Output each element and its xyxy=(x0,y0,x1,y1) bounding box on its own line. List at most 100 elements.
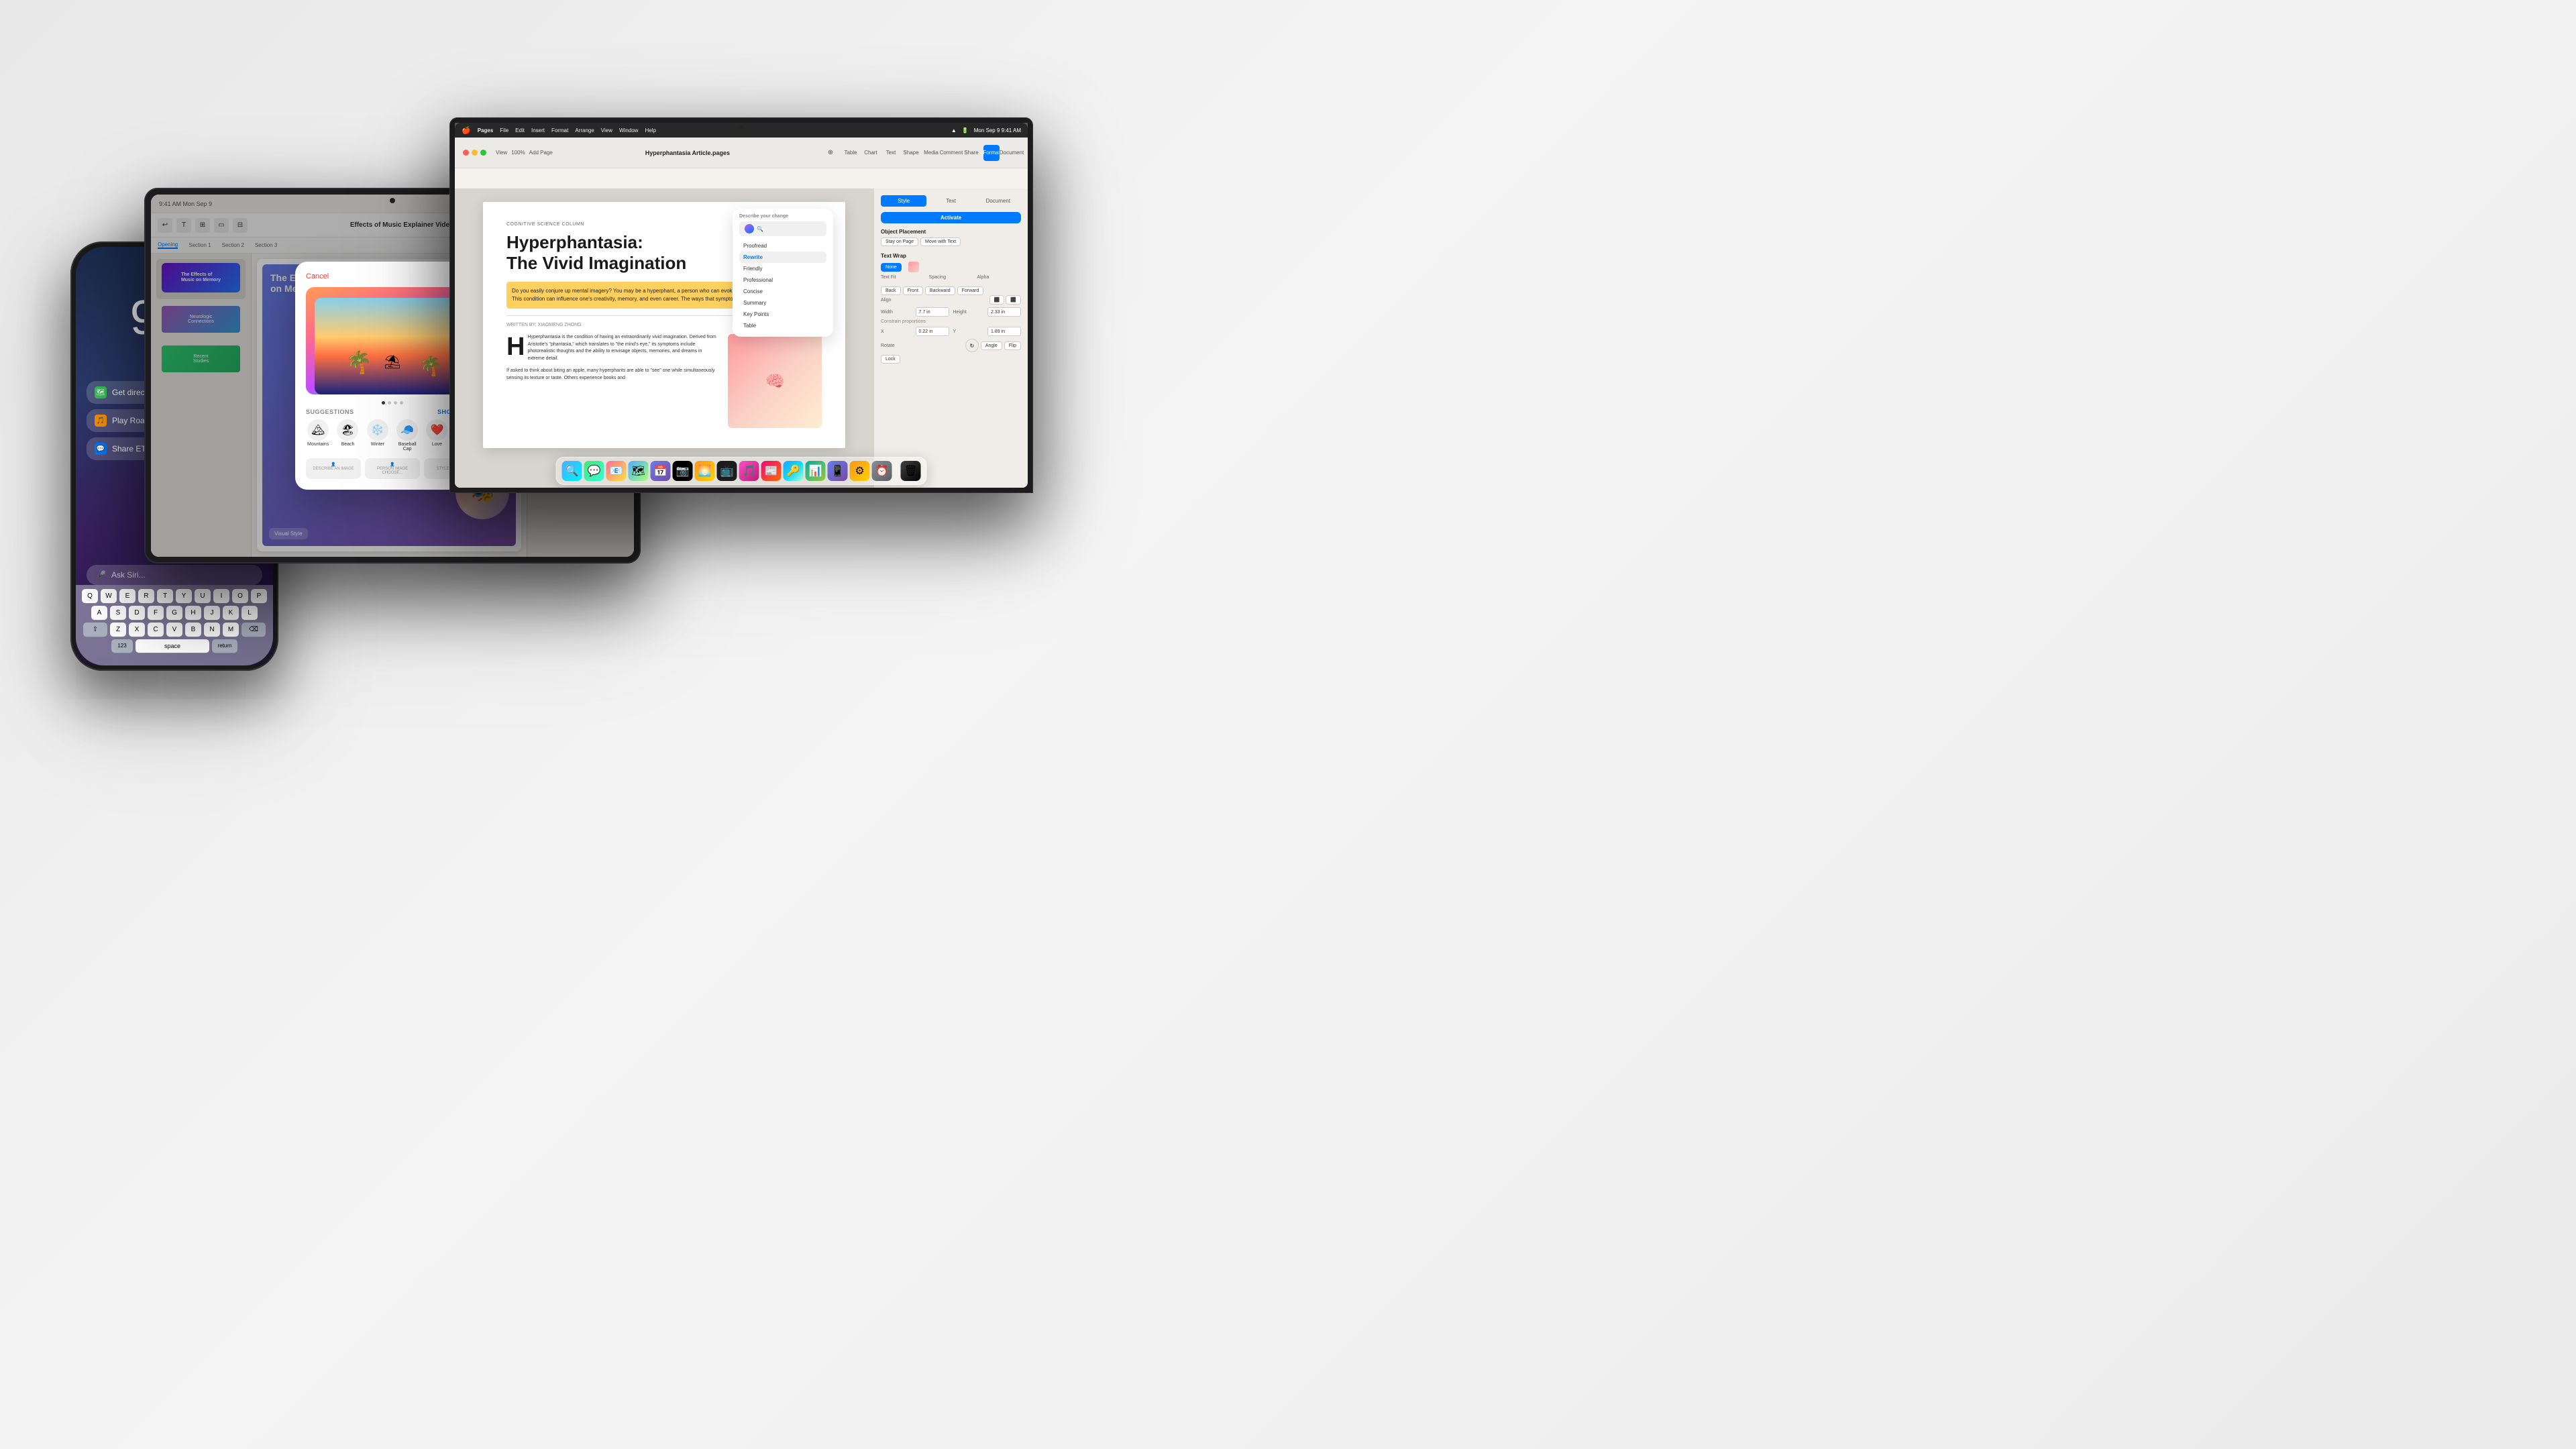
zoom-button[interactable]: 100% xyxy=(511,150,525,156)
dock-tv[interactable]: 📺 xyxy=(717,461,737,481)
dock-clock[interactable]: ⏰ xyxy=(872,461,892,481)
key-i[interactable]: I xyxy=(213,589,229,603)
suggestion-mountains[interactable]: 🏔 Mountains xyxy=(306,419,330,451)
backward-button[interactable]: Backward xyxy=(925,286,955,295)
table-button[interactable]: Table xyxy=(843,145,859,161)
flip-button[interactable]: Flip xyxy=(1004,341,1021,350)
key-f[interactable]: F xyxy=(148,606,164,620)
align-center-button[interactable]: ⬛ xyxy=(1006,295,1021,305)
width-input[interactable]: 7.7 in xyxy=(916,307,949,317)
document-button[interactable]: Document xyxy=(1004,145,1020,161)
key-delete[interactable]: ⌫ xyxy=(241,623,266,637)
key-s[interactable]: S xyxy=(110,606,126,620)
angle-button[interactable]: Angle xyxy=(981,341,1002,350)
maximize-button[interactable] xyxy=(480,150,486,156)
activate-button[interactable]: Activate xyxy=(881,212,1021,223)
rotate-dial[interactable]: ↻ xyxy=(965,339,979,352)
key-m[interactable]: M xyxy=(223,623,239,637)
dock-passwords[interactable]: 🔑 xyxy=(784,461,804,481)
dock-numbers[interactable]: 📊 xyxy=(806,461,826,481)
move-with-text-button[interactable]: Move with Text xyxy=(920,237,961,246)
forward-button[interactable]: Forward xyxy=(957,286,984,295)
suggestion-winter[interactable]: ❄️ Winter xyxy=(366,419,390,451)
describe-image-button[interactable]: 👤 DESCRIBE AN IMAGE xyxy=(306,458,361,479)
key-o[interactable]: O xyxy=(232,589,248,603)
media-button[interactable]: Media xyxy=(923,145,939,161)
menu-insert[interactable]: Insert xyxy=(531,127,545,133)
menu-file[interactable]: File xyxy=(500,127,508,133)
suggestion-love[interactable]: ❤️ Love xyxy=(425,419,449,451)
key-d[interactable]: D xyxy=(129,606,145,620)
key-123[interactable]: 123 xyxy=(111,639,133,653)
wt-friendly[interactable]: Friendly xyxy=(739,263,826,274)
dock-music[interactable]: 🎵 xyxy=(739,461,759,481)
key-a[interactable]: A xyxy=(91,606,107,620)
dock-calendar[interactable]: 📅 xyxy=(651,461,671,481)
align-left-button[interactable]: ⬛ xyxy=(989,295,1005,305)
dock-settings[interactable]: ⚙ xyxy=(850,461,870,481)
menu-pages[interactable]: Pages xyxy=(478,127,494,133)
lock-button[interactable]: Lock xyxy=(881,355,900,364)
dock-news[interactable]: 📰 xyxy=(761,461,782,481)
menu-window[interactable]: Window xyxy=(619,127,638,133)
key-g[interactable]: G xyxy=(166,606,182,620)
text-button[interactable]: Text xyxy=(883,145,899,161)
insert-button[interactable]: ⊕ xyxy=(822,145,839,161)
iphone-keyboard[interactable]: Q W E R T Y U I O P A S D F G H xyxy=(76,585,273,665)
dot-2[interactable] xyxy=(388,401,391,405)
key-x[interactable]: X xyxy=(129,623,145,637)
key-y[interactable]: Y xyxy=(176,589,192,603)
tab-style[interactable]: Style xyxy=(881,195,926,207)
dock-messages[interactable]: 💬 xyxy=(584,461,604,481)
wt-rewrite[interactable]: Rewrite xyxy=(739,252,826,263)
format-button[interactable]: Format xyxy=(983,145,1000,161)
stay-on-page-button[interactable]: Stay on Page xyxy=(881,237,918,246)
front-button[interactable]: Front xyxy=(903,286,923,295)
key-h[interactable]: H xyxy=(185,606,201,620)
wt-table[interactable]: Table xyxy=(739,320,826,331)
key-j[interactable]: J xyxy=(204,606,220,620)
add-page-button[interactable]: Add Page xyxy=(529,150,553,156)
tab-text[interactable]: Text xyxy=(928,195,973,207)
dock-trash[interactable]: 🗑 xyxy=(901,461,921,481)
suggestion-baseball-cap[interactable]: 🧢 Baseball Cap xyxy=(395,419,419,451)
key-u[interactable]: U xyxy=(195,589,211,603)
key-q[interactable]: Q xyxy=(82,589,98,603)
wt-key-points[interactable]: Key Points xyxy=(739,309,826,320)
wt-search-bar[interactable]: 🔍 xyxy=(739,221,826,236)
dot-1[interactable] xyxy=(382,401,385,405)
key-t[interactable]: T xyxy=(157,589,173,603)
dot-4[interactable] xyxy=(400,401,403,405)
suggestion-beach[interactable]: 🏖 Beach xyxy=(335,419,360,451)
person-image-button[interactable]: 👤 PERSON IMAGE CHOOSE... xyxy=(365,458,420,479)
comment-button[interactable]: Comment xyxy=(943,145,959,161)
key-return[interactable]: return xyxy=(212,639,237,653)
dock-photos[interactable]: 🌅 xyxy=(695,461,715,481)
key-shift[interactable]: ⇧ xyxy=(83,623,107,637)
key-b[interactable]: B xyxy=(185,623,201,637)
siri-search-bar[interactable]: 🎤 Ask Siri... xyxy=(87,565,262,585)
height-input[interactable]: 2.33 in xyxy=(987,307,1021,317)
key-r[interactable]: R xyxy=(138,589,154,603)
key-p[interactable]: P xyxy=(251,589,267,603)
shape-button[interactable]: Shape xyxy=(903,145,919,161)
wt-search-input[interactable]: 🔍 xyxy=(757,226,821,232)
key-e[interactable]: E xyxy=(119,589,136,603)
key-w[interactable]: W xyxy=(101,589,117,603)
wt-concise[interactable]: Concise xyxy=(739,286,826,297)
wt-summary[interactable]: Summary xyxy=(739,297,826,309)
dot-3[interactable] xyxy=(394,401,397,405)
dock-finder[interactable]: 🔍 xyxy=(562,461,582,481)
dock-facetime[interactable]: 📷 xyxy=(673,461,693,481)
wt-professional[interactable]: Professional xyxy=(739,274,826,286)
dock-mail[interactable]: 📧 xyxy=(606,461,627,481)
dock-maps[interactable]: 🗺 xyxy=(629,461,649,481)
key-space[interactable]: space xyxy=(136,639,209,653)
none-button[interactable]: None xyxy=(881,263,902,272)
key-l[interactable]: L xyxy=(241,606,258,620)
key-v[interactable]: V xyxy=(166,623,182,637)
key-k[interactable]: K xyxy=(223,606,239,620)
menu-help[interactable]: Help xyxy=(645,127,655,133)
dialog-cancel-button[interactable]: Cancel xyxy=(306,272,329,280)
dock-appstore[interactable]: 📱 xyxy=(828,461,848,481)
